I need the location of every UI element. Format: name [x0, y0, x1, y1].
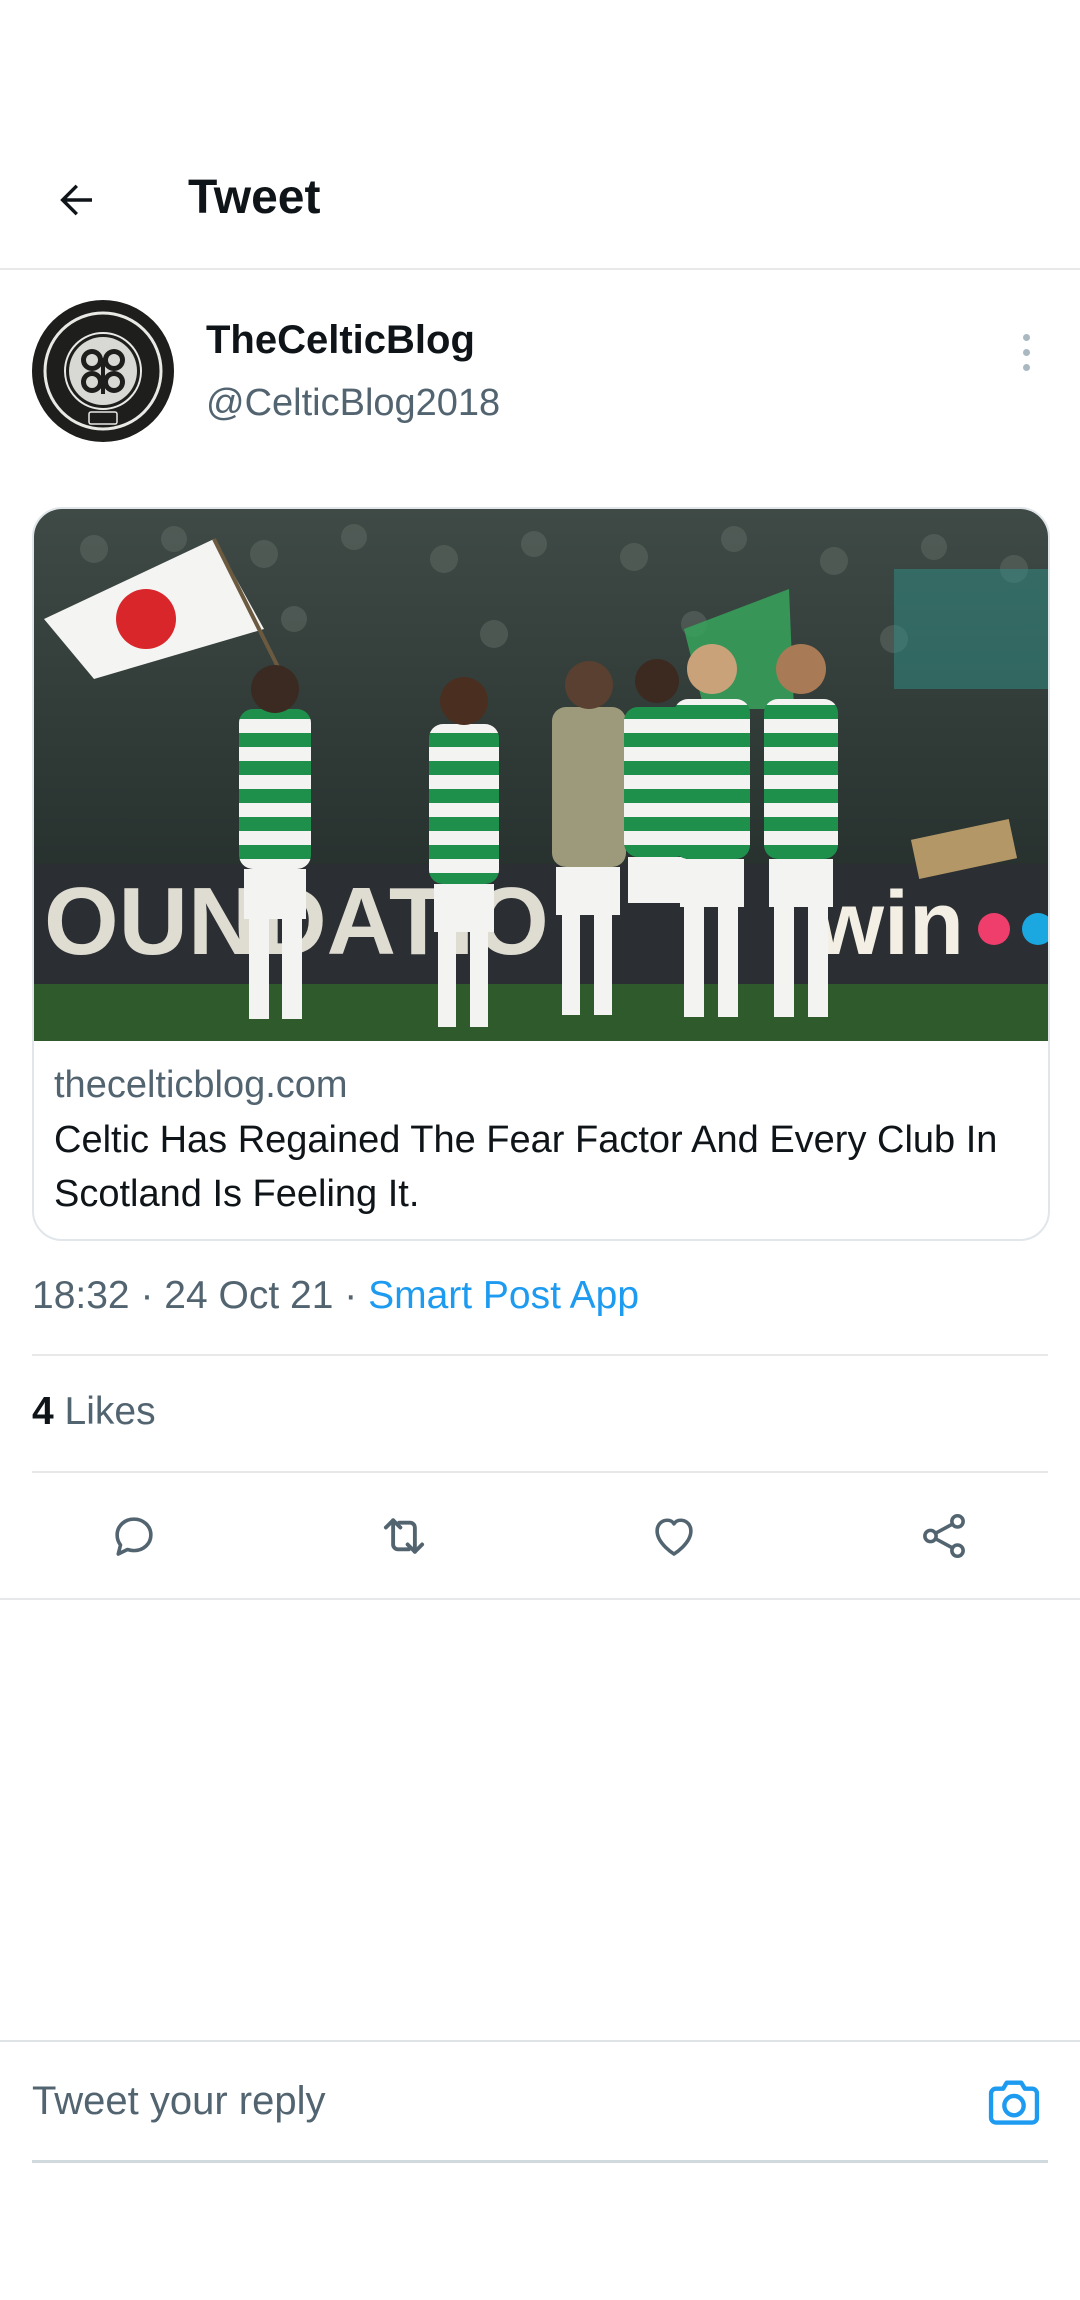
share-button[interactable] — [912, 1504, 976, 1568]
camera-icon — [988, 2080, 1040, 2125]
avatar[interactable] — [32, 300, 174, 442]
author-name[interactable]: TheCelticBlog — [206, 314, 475, 366]
back-button[interactable] — [44, 168, 108, 232]
source-app-link[interactable]: Smart Post App — [368, 1274, 639, 1317]
link-preview-card[interactable]: OUNDATIO win — [32, 507, 1050, 1241]
more-dot-icon — [1022, 363, 1030, 371]
divider — [32, 1354, 1048, 1356]
divider — [32, 1471, 1048, 1473]
meta-separator: · — [333, 1274, 369, 1317]
tweet-time: 18:32 — [32, 1274, 130, 1317]
card-domain: thecelticblog.com — [54, 1064, 348, 1106]
tweet-meta: 18:32 · 24 Oct 21 · Smart Post App — [32, 1268, 639, 1324]
reply-input[interactable] — [32, 2042, 1048, 2163]
author-handle[interactable]: @CelticBlog2018 — [206, 378, 500, 428]
more-dot-icon — [1022, 348, 1030, 356]
svg-text:win: win — [813, 874, 964, 974]
meta-separator: · — [129, 1274, 165, 1317]
card-title: Celtic Has Regained The Fear Factor And … — [54, 1119, 998, 1215]
retweet-button[interactable] — [372, 1504, 436, 1568]
page-title: Tweet — [188, 171, 321, 224]
camera-button[interactable] — [982, 2072, 1046, 2132]
arrow-left-icon — [60, 184, 92, 216]
more-options-button[interactable] — [1006, 322, 1046, 382]
tweet-actions-bar — [0, 1474, 1080, 1600]
likes-count[interactable]: 4 Likes — [32, 1384, 156, 1440]
heart-icon — [655, 1518, 693, 1556]
reply-button[interactable] — [102, 1504, 166, 1568]
reply-composer — [0, 2040, 1080, 2163]
likes-label: Likes — [64, 1390, 156, 1433]
status-bar — [0, 0, 1080, 140]
top-app-bar: Tweet — [0, 140, 1080, 270]
likes-number: 4 — [32, 1390, 54, 1433]
tweet-author-row: TheCelticBlog @CelticBlog2018 — [0, 270, 1080, 470]
celtic-players-photo: OUNDATIO win — [34, 509, 1048, 1041]
reply-icon — [115, 1517, 153, 1556]
more-dot-icon — [1022, 333, 1030, 341]
retweet-icon — [383, 1518, 425, 1554]
tweet-date: 24 Oct 21 — [164, 1274, 334, 1317]
celtic-crest-avatar — [33, 301, 173, 441]
like-button[interactable] — [642, 1504, 706, 1568]
share-icon — [923, 1513, 965, 1559]
